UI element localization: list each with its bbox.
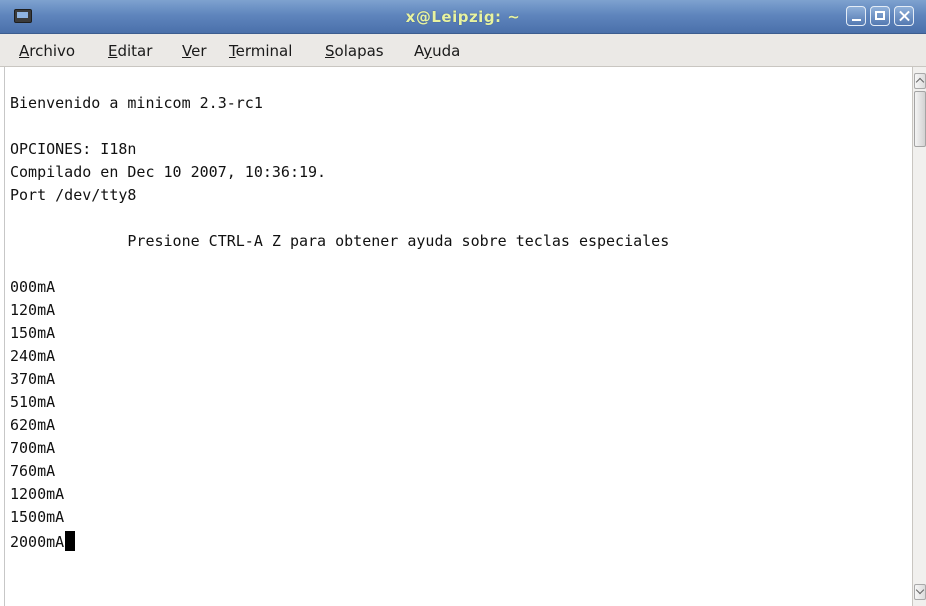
menu-bar: Archivo Editar Ver Terminal Solapas Ayud…: [0, 34, 926, 67]
menu-mnemonic: y: [423, 42, 433, 60]
terminal-line-last: 2000mA: [10, 531, 76, 554]
menu-editar[interactable]: Editar: [108, 42, 152, 60]
menu-label: ditar: [117, 42, 153, 60]
menu-label: olapas: [334, 42, 384, 60]
menu-solapas[interactable]: Solapas: [325, 42, 384, 60]
text-cursor: [65, 531, 76, 551]
terminal-line: 620mA: [10, 416, 56, 434]
close-icon[interactable]: [894, 6, 914, 26]
scroll-down-icon[interactable]: [914, 584, 926, 600]
terminal-line: Compilado en Dec 10 2007, 10:36:19.: [10, 163, 327, 181]
terminal-line: 370mA: [10, 370, 56, 388]
menu-mnemonic: V: [182, 42, 192, 60]
window-title: x@Leipzig: ~: [405, 8, 521, 26]
menu-label: uda: [432, 42, 461, 60]
terminal-line-text: 2000mA: [10, 533, 65, 551]
terminal-line: Bienvenido a minicom 2.3-rc1: [10, 94, 263, 112]
terminal-output[interactable]: Bienvenido a minicom 2.3-rc1 OPCIONES: I…: [4, 67, 911, 606]
scroll-up-icon[interactable]: [914, 73, 926, 89]
terminal-line: 1200mA: [10, 485, 65, 503]
terminal-line: 1500mA: [10, 508, 65, 526]
terminal-line: 240mA: [10, 347, 56, 365]
menu-mnemonic: S: [325, 42, 335, 60]
menu-label: rchivo: [29, 42, 76, 60]
menu-mnemonic: T: [229, 42, 236, 60]
menu-ayuda[interactable]: Ayuda: [414, 42, 460, 60]
vertical-scrollbar[interactable]: [912, 67, 926, 606]
menu-label: A: [414, 42, 424, 60]
menu-archivo[interactable]: Archivo: [19, 42, 75, 60]
terminal-line: 510mA: [10, 393, 56, 411]
terminal-line: 120mA: [10, 301, 56, 319]
menu-label: erminal: [235, 42, 293, 60]
minimize-icon[interactable]: [846, 6, 866, 26]
terminal-line: OPCIONES: I18n: [10, 140, 137, 158]
terminal-line: 000mA: [10, 278, 56, 296]
terminal-line: 700mA: [10, 439, 56, 457]
menu-label: er: [191, 42, 207, 60]
terminal-line: 150mA: [10, 324, 56, 342]
menu-terminal[interactable]: Terminal: [229, 42, 292, 60]
menu-mnemonic: A: [19, 42, 30, 60]
terminal-line: Presione CTRL-A Z para obtener ayuda sob…: [10, 232, 670, 250]
terminal-line: 760mA: [10, 462, 56, 480]
menu-ver[interactable]: Ver: [182, 42, 207, 60]
maximize-icon[interactable]: [870, 6, 890, 26]
window-titlebar[interactable]: x@Leipzig: ~: [0, 0, 926, 34]
scrollbar-thumb[interactable]: [914, 91, 926, 147]
terminal-line: Port /dev/tty8: [10, 186, 137, 204]
